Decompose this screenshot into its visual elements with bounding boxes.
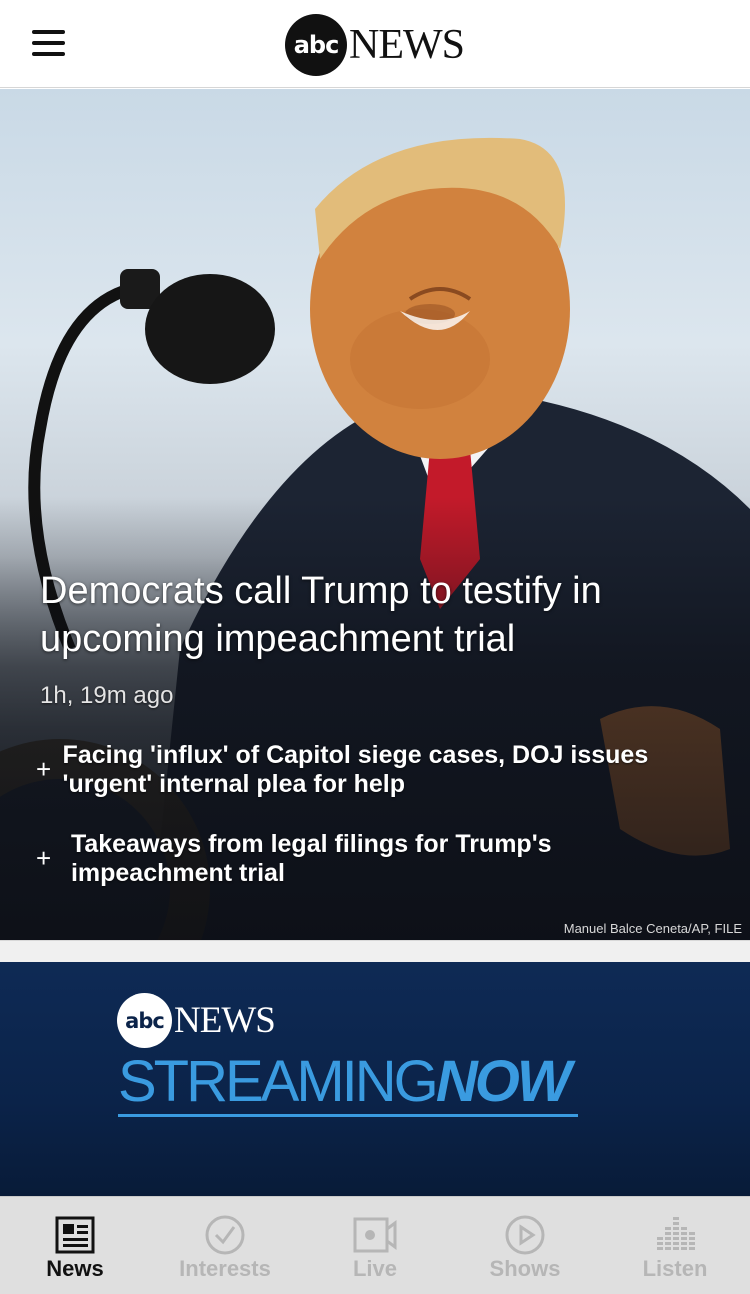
abc-logo-circle: abc [285, 14, 347, 76]
plus-icon: + [36, 754, 52, 784]
streaming-underline [118, 1114, 578, 1117]
checkmark-circle-icon [205, 1215, 245, 1255]
streaming-label: STREAMING [118, 1049, 439, 1114]
tab-shows[interactable]: Shows [450, 1197, 600, 1294]
related-story[interactable]: + Facing 'influx' of Capitol siege cases… [36, 741, 716, 799]
hero-headline[interactable]: Democrats call Trump to testify in upcom… [40, 567, 690, 663]
tab-label: Live [352, 1256, 398, 1281]
photo-credit: Manuel Balce Ceneta/AP, FILE [563, 921, 742, 936]
plus-icon: + [36, 843, 52, 873]
tab-live[interactable]: Live [300, 1197, 450, 1294]
tab-label: Shows [489, 1256, 561, 1281]
tab-news[interactable]: News [0, 1197, 150, 1294]
newspaper-icon [55, 1216, 95, 1254]
news-wordmark: NEWS [349, 22, 465, 68]
now-label: NOW [435, 1049, 572, 1114]
hero-story[interactable]: Democrats call Trump to testify in upcom… [0, 89, 750, 940]
related-story-title: Takeaways from legal filings for Trump's… [70, 830, 552, 887]
menu-icon[interactable] [32, 30, 65, 56]
abc-logo-circle: abc [117, 993, 172, 1048]
related-story-title: Facing 'influx' of Capitol siege cases, … [62, 741, 649, 798]
tab-listen[interactable]: Listen [600, 1197, 750, 1294]
app-header: abc NEWS [0, 0, 750, 88]
tab-label: Interests [179, 1256, 271, 1281]
audio-bars-icon [657, 1217, 695, 1250]
hero-gradient-overlay [0, 89, 750, 940]
streaming-now-title: STREAMINGNOW [118, 1049, 572, 1114]
news-wordmark: NEWS [174, 1000, 276, 1041]
section-divider [0, 940, 750, 962]
video-camera-icon [353, 1217, 397, 1253]
streaming-now-banner[interactable]: abc NEWS STREAMINGNOW [0, 962, 750, 1196]
bottom-tab-bar: News Interests Live Shows Listen [0, 1196, 750, 1294]
tab-interests[interactable]: Interests [150, 1197, 300, 1294]
tab-label: News [46, 1256, 104, 1281]
related-story[interactable]: + Takeaways from legal filings for Trump… [36, 830, 716, 888]
abc-news-logo: abc NEWS [117, 993, 276, 1048]
tab-label: Listen [642, 1256, 708, 1281]
hero-timestamp: 1h, 19m ago [40, 682, 174, 709]
abc-news-logo[interactable]: abc NEWS [285, 13, 465, 77]
play-circle-icon [505, 1215, 545, 1255]
